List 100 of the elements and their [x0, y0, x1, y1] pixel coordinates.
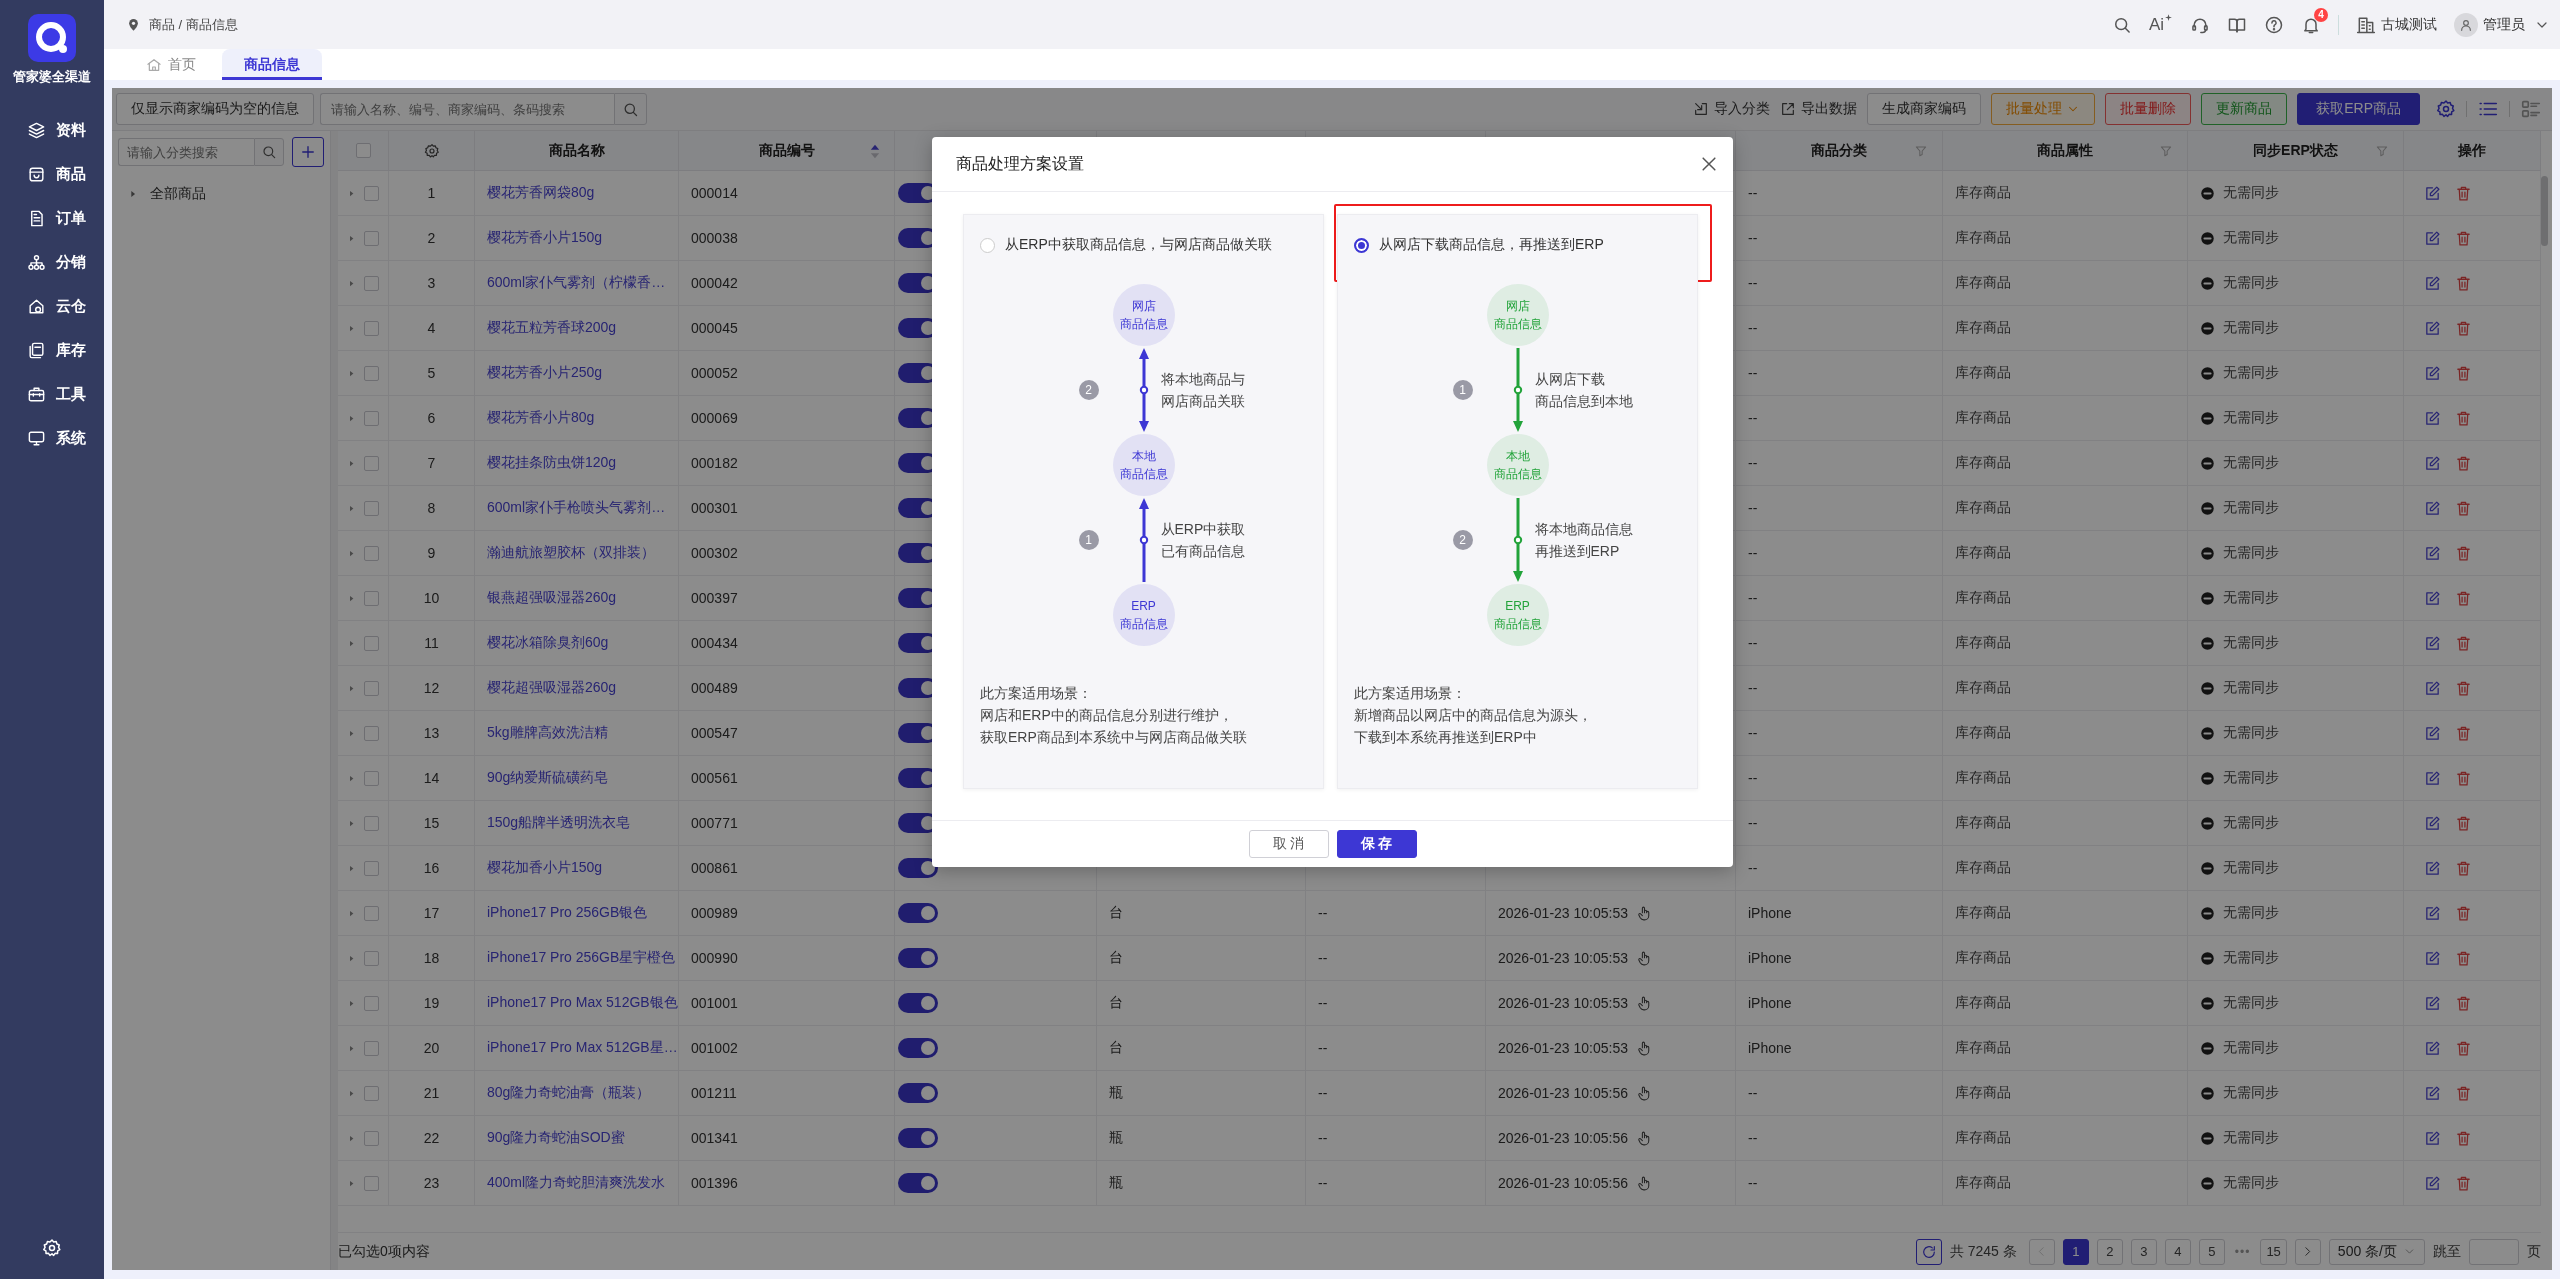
product-name-link[interactable]: 樱花冰箱除臭剂60g — [487, 634, 609, 652]
table-cell: -- — [1318, 905, 1328, 921]
table-cell: 库存商品 — [1955, 679, 2011, 697]
table-cell: 000990 — [691, 950, 738, 966]
product-name-link[interactable]: 樱花五粒芳香球200g — [487, 319, 617, 337]
table-cell: 2026-01-23 10:05:56 — [1498, 1085, 1628, 1101]
search-field[interactable]: 请输入名称、编号、商家编码、条码搜索 — [320, 93, 614, 125]
row-number: 11 — [424, 635, 439, 651]
table-cell: 001341 — [691, 1130, 738, 1146]
row-number: 20 — [423, 1040, 440, 1056]
table-cell: -- — [1748, 1085, 1758, 1101]
toolbar-button[interactable]: 生成商家编码 — [1867, 93, 1982, 125]
user-name[interactable]: 管理员 — [2483, 15, 2525, 34]
table-cell: -- — [1748, 545, 1758, 561]
step-number: 1 — [1452, 380, 1473, 400]
product-name-link[interactable]: 樱花芳香小片80g — [487, 409, 595, 427]
product-name-link[interactable]: 樱花加香小片150g — [487, 859, 603, 877]
product-name-link[interactable]: 5kg雕牌高效洗洁精 — [487, 724, 608, 742]
product-name-link[interactable]: 瀚迪航旅塑胶杯（双排装） — [487, 544, 655, 562]
toolbar-link[interactable]: 导入分类 — [1693, 100, 1771, 118]
page-label: 页 — [2527, 1242, 2541, 1261]
product-name-link[interactable]: 80g隆力奇蛇油膏（瓶装） — [487, 1084, 651, 1102]
table-cell: -- — [1748, 725, 1758, 741]
product-name-link[interactable]: 90g隆力奇蛇油SOD蜜 — [487, 1129, 625, 1147]
product-name-link[interactable]: 樱花芳香小片250g — [487, 364, 603, 382]
row-number: 21 — [423, 1085, 440, 1101]
page-button[interactable]: 5 — [2198, 1238, 2225, 1265]
table-cell: -- — [1748, 320, 1758, 336]
flow-node: ERP 商品信息 — [1112, 584, 1175, 646]
column-header: 商品分类 — [1811, 141, 1867, 160]
row-number: 16 — [423, 860, 440, 876]
status-text: 无需同步 — [2223, 634, 2279, 652]
nav-item[interactable]: 系统 — [0, 416, 104, 460]
tab[interactable]: 首页 — [124, 49, 218, 80]
product-name-link[interactable]: 150g船牌半透明洗衣皂 — [487, 814, 631, 832]
selection-count: 已勾选0项内容 — [338, 1242, 430, 1261]
nav-item[interactable]: 订单 — [0, 196, 104, 240]
table-cell: 库存商品 — [1955, 904, 2011, 922]
option-card[interactable]: 从ERP中获取商品信息，与网店商品做关联 网店 商品信息 2 将本地商品与 网店商品关联 本地 商品信息 1 从ERP中获取 已有商品信息 ERP 商品信息 此方案适用场景： 网店和ERP中的商品信息分别进行维护， 获取ERP商品到本系统中与网店商品做关联 — [963, 214, 1324, 789]
table-cell: 2026-01-23 10:05:56 — [1498, 1130, 1628, 1146]
page-size-select[interactable]: 500 条/页 — [2328, 1238, 2425, 1265]
product-name-link[interactable]: iPhone17 Pro 256GB星宇橙色 — [487, 949, 676, 967]
save-button[interactable]: 保 存 — [1336, 830, 1417, 858]
product-name-link[interactable]: 90g纳爱斯硫磺药皂 — [487, 769, 609, 787]
table-cell: 库存商品 — [1955, 814, 2011, 832]
nav-item[interactable]: 云仓 — [0, 284, 104, 328]
product-name-link[interactable]: 樱花挂条防虫饼120g — [487, 454, 617, 472]
ai-button[interactable]: Ai — [2148, 14, 2173, 35]
option-label[interactable]: 从网店下载商品信息，再推送到ERP — [1379, 236, 1604, 254]
option-card[interactable]: 从网店下载商品信息，再推送到ERP 网店 商品信息 1 从网店下载 商品信息到本地 本地 商品信息 2 将本地商品信息 再推送到ERP ERP 商品信息 此方案适用场景： 新增商品以网店中的商品信息为源头， 下载到本系统再推送到ERP中 — [1337, 214, 1698, 789]
table-cell: -- — [1748, 1175, 1758, 1191]
table-cell: -- — [1748, 500, 1758, 516]
product-name-link[interactable]: iPhone17 Pro 256GB银色 — [487, 904, 648, 922]
filter-button[interactable]: 仅显示商家编码为空的信息 — [116, 93, 314, 125]
category-search-field[interactable]: 请输入分类搜索 — [118, 138, 254, 166]
product-name-link[interactable]: 樱花芳香网袋80g — [487, 184, 595, 202]
table-cell: 000014 — [691, 185, 738, 201]
product-name-link[interactable]: 600ml家仆手枪喷头气雾剂… — [487, 499, 666, 517]
page-button[interactable]: 15 — [2260, 1238, 2287, 1265]
flow-node: 网店 商品信息 — [1486, 284, 1549, 346]
product-name-link[interactable]: 樱花超强吸湿器260g — [487, 679, 617, 697]
row-number: 4 — [427, 320, 436, 336]
page-button[interactable]: 3 — [2130, 1238, 2157, 1265]
column-header: 商品编号 — [758, 141, 815, 160]
status-text: 无需同步 — [2223, 229, 2279, 247]
table-cell: 库存商品 — [1955, 319, 2011, 337]
status-text: 无需同步 — [2223, 724, 2279, 742]
more-pages-button[interactable]: ••• — [2232, 1244, 2253, 1259]
product-name-link[interactable]: iPhone17 Pro Max 512GB银色 — [487, 994, 678, 1012]
flow-node: 网店 商品信息 — [1112, 284, 1175, 346]
table-cell: 000038 — [691, 230, 738, 246]
page-button[interactable]: 4 — [2164, 1238, 2191, 1265]
product-name-link[interactable]: 银燕超强吸湿器260g — [487, 589, 617, 607]
toolbar-button[interactable]: 获取ERP商品 — [2297, 93, 2420, 125]
product-name-link[interactable]: 樱花芳香小片150g — [487, 229, 603, 247]
tree-item[interactable]: 全部商品 — [118, 179, 216, 209]
nav-item[interactable]: 分销 — [0, 240, 104, 284]
product-name-link[interactable]: iPhone17 Pro Max 512GB星… — [487, 1039, 678, 1057]
toolbar-button[interactable]: 批量删除 — [2105, 93, 2192, 125]
store-name[interactable]: 古城测试 — [2381, 15, 2437, 34]
nav-item[interactable]: 工具 — [0, 372, 104, 416]
toolbar-button[interactable]: 更新商品 — [2201, 93, 2288, 125]
product-name-link[interactable]: 600ml家仆气雾剂（柠檬香… — [487, 274, 666, 292]
product-name-link[interactable]: 400ml隆力奇蛇胆清爽洗发水 — [487, 1174, 666, 1192]
table-cell: 2026-01-23 10:05:53 — [1498, 1040, 1628, 1056]
status-text: 无需同步 — [2223, 814, 2279, 832]
page-button[interactable]: 1 — [2062, 1238, 2089, 1265]
toolbar-link[interactable]: 导出数据 — [1780, 100, 1858, 118]
table-cell: -- — [1318, 1085, 1328, 1101]
tab[interactable]: 商品信息 — [222, 49, 322, 80]
table-cell: 台 — [1109, 994, 1123, 1012]
status-text: 无需同步 — [2223, 994, 2279, 1012]
nav-item[interactable]: 商品 — [0, 152, 104, 196]
option-label[interactable]: 从ERP中获取商品信息，与网店商品做关联 — [1005, 236, 1272, 254]
nav-item[interactable]: 库存 — [0, 328, 104, 372]
page-button[interactable]: 2 — [2096, 1238, 2123, 1265]
cancel-button[interactable]: 取 消 — [1248, 830, 1329, 858]
step-text: 从网店下载 商品信息到本地 — [1534, 370, 1634, 411]
nav-item[interactable]: 资料 — [0, 108, 104, 152]
row-number: 7 — [427, 455, 436, 471]
